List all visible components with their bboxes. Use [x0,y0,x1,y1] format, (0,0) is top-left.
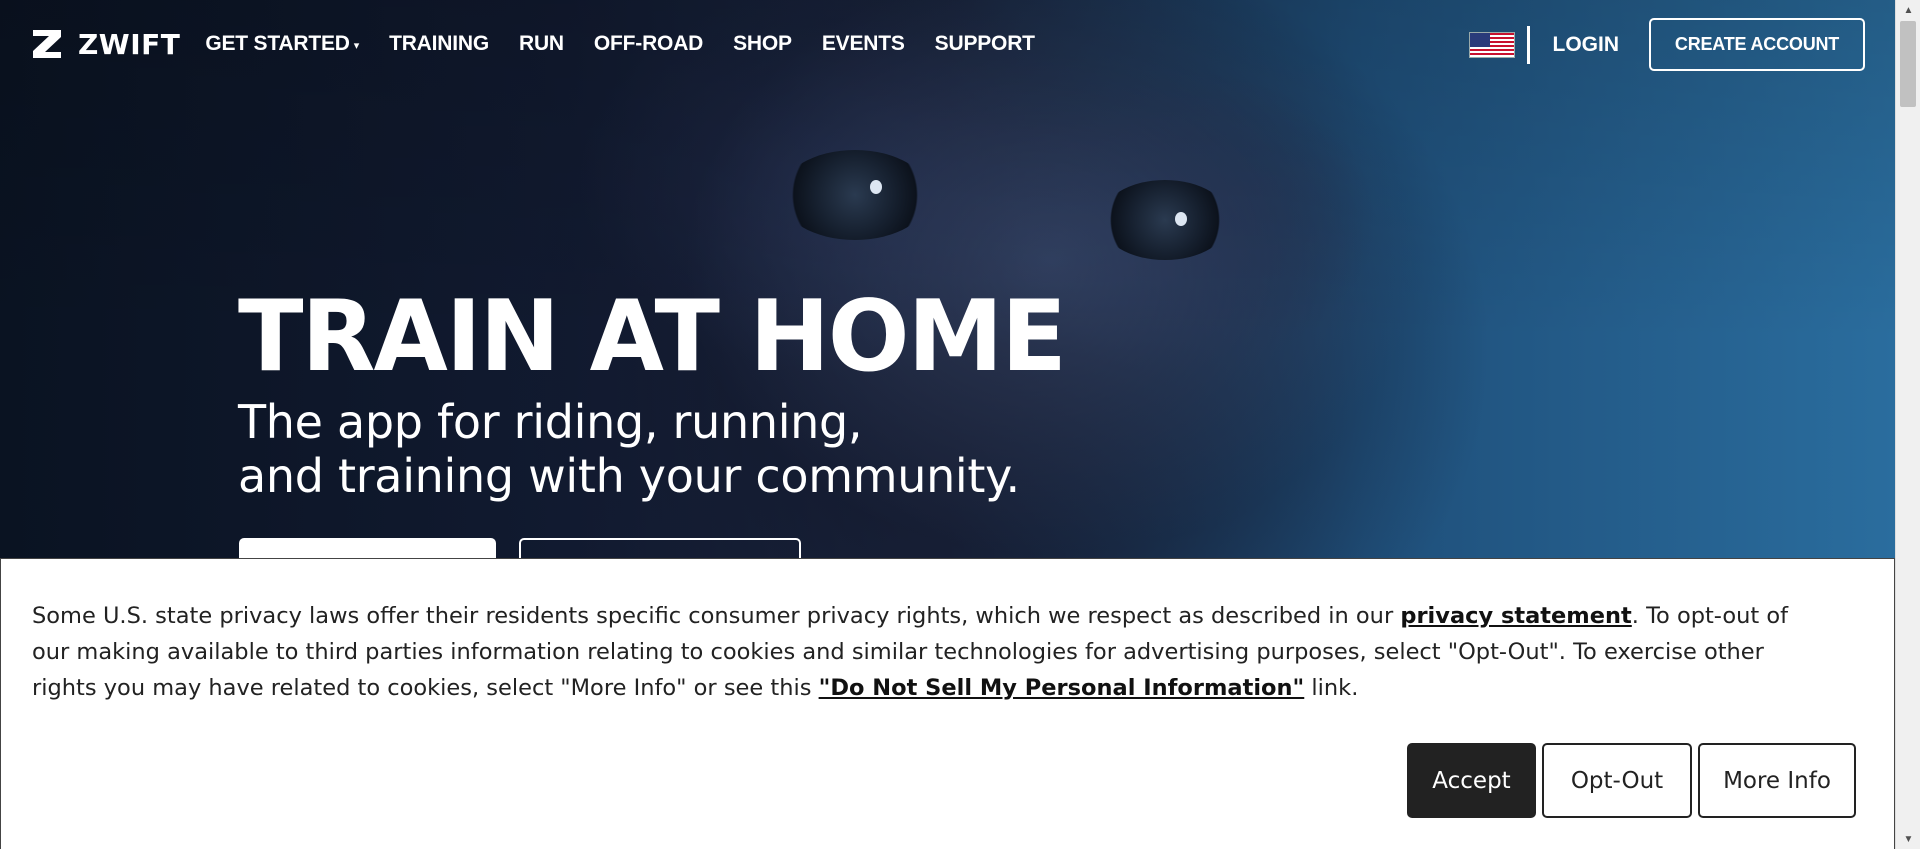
accept-button[interactable]: Accept [1407,743,1536,818]
banner-actions: Accept Opt-Out More Info [1407,743,1856,818]
main-nav-links: GET STARTED ▾ TRAINING RUN OFF-ROAD SHOP… [205,32,1035,56]
brand-name: ZWIFT [78,27,181,61]
nav-support[interactable]: SUPPORT [935,32,1035,56]
scroll-thumb[interactable] [1900,21,1916,107]
nav-run[interactable]: RUN [519,32,564,56]
nav-events[interactable]: EVENTS [822,32,905,56]
hero-subtitle-line-2: and training with your community. [238,449,1020,503]
top-navigation: ZWIFT GET STARTED ▾ TRAINING RUN OFF-ROA… [0,0,1895,88]
nav-get-started[interactable]: GET STARTED ▾ [205,32,359,56]
hero-eye-left [780,150,930,240]
hero-subtitle-line-1: The app for riding, running, [238,395,863,449]
viewport: ZWIFT GET STARTED ▾ TRAINING RUN OFF-ROA… [0,0,1895,849]
nav-off-road[interactable]: OFF-ROAD [594,32,703,56]
login-link[interactable]: LOGIN [1553,33,1620,57]
more-info-button[interactable]: More Info [1698,743,1856,818]
opt-out-button[interactable]: Opt-Out [1542,743,1692,818]
nav-divider [1526,25,1530,64]
flag-canton [1469,32,1490,47]
privacy-banner-text: Some U.S. state privacy laws offer their… [32,598,1832,706]
zwift-logo[interactable]: ZWIFT [30,27,180,61]
hero-subtitle: The app for riding, running, and trainin… [238,395,1020,503]
privacy-cookie-banner: Some U.S. state privacy laws offer their… [0,558,1895,849]
nav-shop[interactable]: SHOP [733,32,792,56]
zwift-z-logo-icon [33,30,61,58]
privacy-text-part-3: link. [1304,675,1359,701]
scroll-up-arrow-icon[interactable]: ▲ [1896,0,1920,20]
hero-title: TRAIN AT HOME [238,280,1067,394]
privacy-text-part-1: Some U.S. state privacy laws offer their… [32,603,1401,629]
do-not-sell-link[interactable]: "Do Not Sell My Personal Information" [819,675,1305,701]
page-scrollbar[interactable]: ▲ ▼ [1895,0,1920,849]
scroll-down-arrow-icon[interactable]: ▼ [1896,829,1920,849]
nav-get-started-label: GET STARTED [205,32,350,55]
chevron-down-icon: ▾ [353,39,360,52]
hero-eye-right [1100,180,1230,260]
create-account-button[interactable]: CREATE ACCOUNT [1649,18,1865,71]
privacy-statement-link[interactable]: privacy statement [1400,603,1631,629]
nav-training[interactable]: TRAINING [389,32,489,56]
nav-account-area: LOGIN CREATE ACCOUNT [1468,18,1865,71]
us-flag-icon[interactable] [1468,31,1515,58]
